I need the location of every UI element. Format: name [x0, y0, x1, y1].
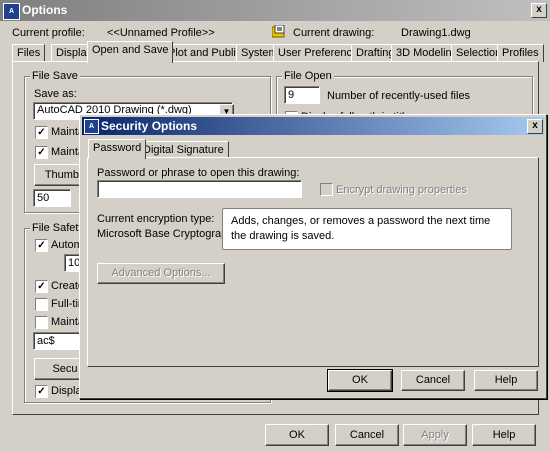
- password-input[interactable]: [97, 180, 302, 198]
- tab-open-and-save[interactable]: Open and Save: [87, 41, 174, 63]
- close-icon[interactable]: x: [527, 119, 543, 134]
- file-safety-title: File Safety: [30, 222, 86, 234]
- drawing-icon: [271, 24, 286, 38]
- help-button[interactable]: Help: [472, 424, 536, 446]
- current-profile-label: Current profile:: [12, 27, 85, 39]
- tab-password[interactable]: Password: [88, 139, 147, 159]
- current-drawing-label: Current drawing:: [293, 27, 375, 39]
- full-time-crc-checkbox[interactable]: [35, 298, 48, 311]
- tab-files[interactable]: Files: [12, 44, 46, 62]
- file-save-title: File Save: [30, 70, 80, 82]
- maintain-log-checkbox[interactable]: [35, 316, 48, 329]
- incremental-save-input[interactable]: 50: [33, 189, 71, 207]
- automatic-save-checkbox[interactable]: ✓: [35, 239, 48, 252]
- options-title-bar[interactable]: A Options x: [0, 0, 550, 21]
- cancel-button[interactable]: Cancel: [335, 424, 399, 446]
- recent-files-input[interactable]: 9: [284, 86, 320, 104]
- encryption-type-label: Current encryption type:: [97, 213, 215, 225]
- tooltip: Adds, changes, or removes a password the…: [222, 208, 512, 250]
- security-dialog-title: Security Options: [101, 119, 198, 133]
- security-options-dialog: A Security Options x Password Digital Si…: [79, 114, 547, 399]
- ok-button[interactable]: OK: [265, 424, 329, 446]
- current-profile-value: <<Unnamed Profile>>: [107, 27, 215, 39]
- encrypt-properties-label: Encrypt drawing properties: [336, 184, 467, 196]
- maintain-checkbox-1[interactable]: ✓: [35, 126, 48, 139]
- display-signature-checkbox[interactable]: ✓: [35, 385, 48, 398]
- maintain-checkbox-2[interactable]: ✓: [35, 146, 48, 159]
- recent-files-label: Number of recently-used files: [327, 90, 471, 102]
- save-as-label: Save as:: [34, 88, 77, 100]
- autocad-app-icon: A: [3, 3, 20, 20]
- file-open-title: File Open: [282, 70, 334, 82]
- tab-profiles[interactable]: Profiles: [497, 44, 544, 62]
- tab-digital-signature[interactable]: Digital Signature: [138, 141, 229, 158]
- apply-button[interactable]: Apply: [403, 424, 467, 446]
- current-drawing-value: Drawing1.dwg: [401, 27, 471, 39]
- window-title: Options: [22, 3, 68, 17]
- close-icon[interactable]: x: [531, 3, 547, 18]
- encrypt-properties-checkbox[interactable]: [320, 183, 333, 196]
- security-help-button[interactable]: Help: [474, 370, 538, 391]
- password-label: Password or phrase to open this drawing:: [97, 167, 300, 179]
- advanced-options-button[interactable]: Advanced Options...: [97, 263, 225, 284]
- autocad-app-icon: A: [84, 119, 99, 134]
- security-dialog-title-bar[interactable]: A Security Options x: [82, 117, 544, 135]
- security-cancel-button[interactable]: Cancel: [401, 370, 465, 391]
- create-backup-checkbox[interactable]: ✓: [35, 280, 48, 293]
- security-ok-button[interactable]: OK: [327, 369, 393, 392]
